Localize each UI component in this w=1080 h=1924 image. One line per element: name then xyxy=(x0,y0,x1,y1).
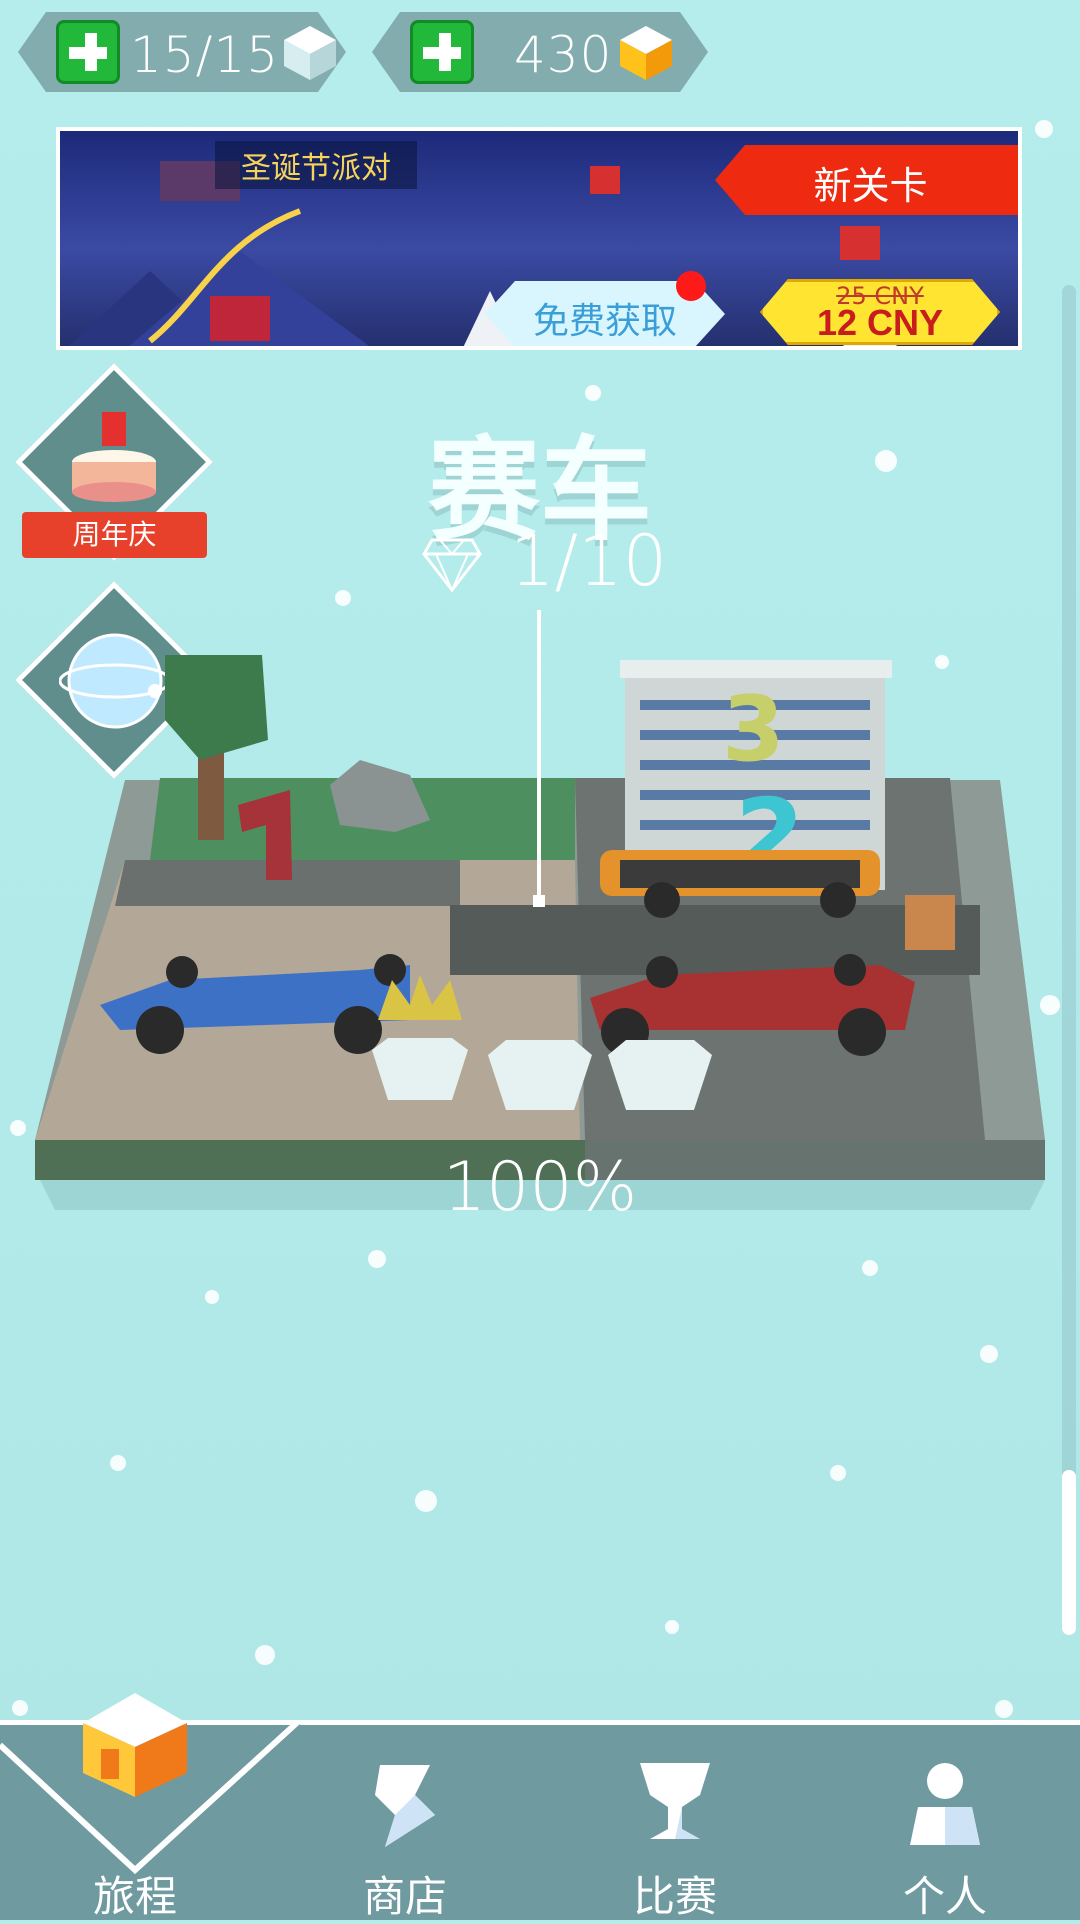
lives-text: 15/15 xyxy=(130,26,280,84)
nav-journey-label: 旅程 xyxy=(92,1872,177,1921)
nav-profile-label: 个人 xyxy=(902,1872,987,1921)
snowflake xyxy=(12,1700,28,1716)
level-progress: 100% xyxy=(442,1148,638,1227)
snowflake xyxy=(995,1700,1013,1718)
nav-shop-label: 商店 xyxy=(362,1872,447,1921)
scroll-track[interactable] xyxy=(1062,285,1076,1635)
snowflake xyxy=(110,1455,126,1471)
new-level-ribbon: 新关卡 xyxy=(715,145,1018,215)
gems-collected: 1/10 xyxy=(510,520,668,602)
promo-banner[interactable]: 圣诞节派对 新关卡 免费获取 25 CNY 12 CNY xyxy=(56,127,1022,350)
banner-title: 圣诞节派对 xyxy=(215,141,417,189)
person-icon xyxy=(910,1763,980,1845)
snowflake xyxy=(205,1290,219,1304)
gem-count-text: 430 xyxy=(514,26,613,84)
price-button[interactable]: 25 CNY 12 CNY xyxy=(760,279,1000,345)
snowflake xyxy=(1035,120,1053,138)
nav-profile[interactable]: 个人 xyxy=(810,1725,1080,1921)
nav-shop[interactable]: 商店 xyxy=(270,1725,540,1921)
nav-competition-label: 比赛 xyxy=(632,1872,717,1921)
house-icon xyxy=(83,1693,187,1797)
snowflake xyxy=(862,1260,878,1276)
snowflake xyxy=(830,1465,846,1481)
lives-counter: 15/15 xyxy=(18,12,346,92)
nav-journey[interactable]: 旅程 xyxy=(0,1693,270,1921)
svg-text:3: 3 xyxy=(722,677,785,782)
diamond-gem-icon xyxy=(422,538,482,592)
snowflake xyxy=(415,1490,437,1512)
trophy-icon xyxy=(640,1763,710,1839)
snowflake xyxy=(665,1620,679,1634)
gem-icon xyxy=(616,22,676,82)
nav-competition[interactable]: 比赛 xyxy=(540,1725,810,1921)
add-gems-button[interactable] xyxy=(410,20,474,84)
notification-dot xyxy=(676,271,706,301)
scroll-thumb[interactable] xyxy=(1062,1470,1076,1635)
shop-icon xyxy=(375,1765,435,1847)
snowflake xyxy=(335,590,351,606)
snowflake xyxy=(585,385,601,401)
snowflake xyxy=(255,1645,275,1665)
cube-icon xyxy=(280,22,340,82)
add-lives-button[interactable] xyxy=(56,20,120,84)
new-price: 12 CNY xyxy=(816,302,944,343)
bottom-nav: 旅程 商店 比赛 个人 xyxy=(0,1693,1080,1921)
snowflake xyxy=(368,1250,386,1268)
new-level-label: 新关卡 xyxy=(813,164,928,208)
gem-counter: 430 xyxy=(372,12,708,92)
snowflake xyxy=(980,1345,998,1363)
